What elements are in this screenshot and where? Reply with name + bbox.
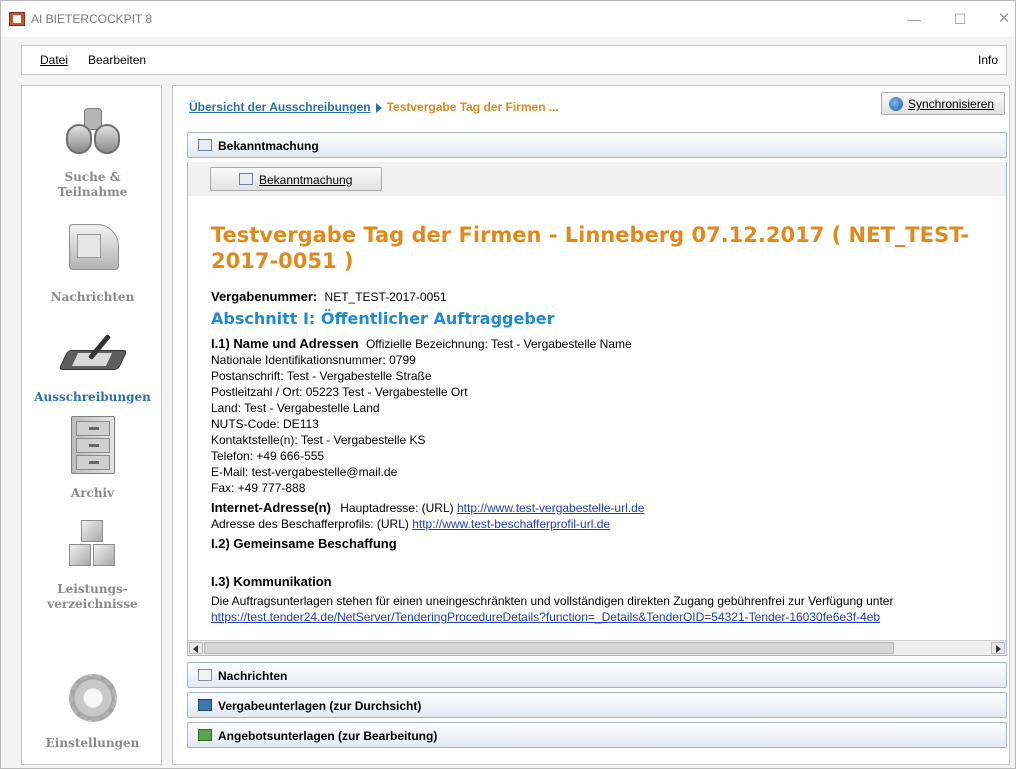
file-cabinet-icon xyxy=(70,416,115,474)
section-label: Nachrichten xyxy=(218,669,288,683)
section-label: Bekanntmachung xyxy=(218,139,319,153)
breadcrumb-arrow-icon xyxy=(375,102,382,113)
nav-einstellungen[interactable]: Einstellungen xyxy=(22,670,163,751)
info-line: E-Mail: test-vergabestelle@mail.de xyxy=(211,465,398,479)
vergabenummer-value: NET_TEST-2017-0051 xyxy=(324,290,447,304)
nav-label: Archiv xyxy=(70,486,115,500)
i1-heading: I.1) Name und Adressen xyxy=(211,336,359,351)
section-nachrichten[interactable]: Nachrichten xyxy=(187,662,1007,688)
document-icon xyxy=(239,173,253,185)
bekanntmachung-button[interactable]: Bekanntmachung xyxy=(210,167,382,191)
book-icon xyxy=(198,729,212,741)
gear-icon xyxy=(65,670,121,726)
minimize-button[interactable]: — xyxy=(899,7,929,31)
horizontal-scrollbar[interactable] xyxy=(187,640,1007,656)
abschnitt-heading: Abschnitt I: Öffentlicher Auftraggeber xyxy=(211,309,555,328)
section-label: Angebotsunterlagen (zur Bearbeitung) xyxy=(218,729,438,743)
app-window: AI BIETERCOCKPIT 8 — ☐ ✕ Datei Bearbeite… xyxy=(0,0,1016,769)
auftragsunterlagen-link[interactable]: https://test.tender24.de/NetServer/Tende… xyxy=(211,610,880,624)
window-title: AI BIETERCOCKPIT 8 xyxy=(31,12,153,26)
i3-text: Die Auftragsunterlagen stehen für einen … xyxy=(211,594,894,608)
nav-label: Leistungs- xyxy=(57,582,128,596)
synchronize-button[interactable]: Synchronisieren xyxy=(881,92,1005,115)
nav-label: Nachrichten xyxy=(50,290,135,304)
internet-heading: Internet-Adresse(n) xyxy=(211,500,331,515)
i3-heading: I.3) Kommunikation xyxy=(211,574,332,589)
nav-leistungsverzeichnisse[interactable]: Leistungs- verzeichnisse xyxy=(22,518,163,612)
scroll-right-icon[interactable] xyxy=(991,642,1005,654)
scrollbar-thumb[interactable] xyxy=(204,642,894,654)
synchronize-label: Synchronisieren xyxy=(908,97,995,111)
nav-suche-teilnahme[interactable]: Suche & Teilnahme xyxy=(22,104,163,200)
i3-link-line: https://test.tender24.de/NetServer/Tende… xyxy=(211,610,880,624)
inner-toolbar: Bekanntmachung xyxy=(187,162,1007,196)
info-line: NUTS-Code: DE113 xyxy=(211,417,319,431)
info-line: Postleitzahl / Ort: 05223 Test - Vergabe… xyxy=(211,385,468,399)
info-line: Nationale Identifikationsnummer: 0799 xyxy=(211,353,416,367)
hauptadresse-label: Hauptadresse: (URL) xyxy=(340,501,454,515)
nav-label: Einstellungen xyxy=(45,736,140,750)
i1-bezeichnung: Offizielle Bezeichnung: Test - Vergabest… xyxy=(365,337,632,351)
profil-line: Adresse des Beschafferprofils: (URL) htt… xyxy=(211,517,610,531)
nav-label: Teilnahme xyxy=(57,185,128,199)
scroll-left-icon[interactable] xyxy=(189,642,203,654)
breadcrumb-current: Testvergabe Tag der Firmen ... xyxy=(386,100,559,114)
menu-info[interactable]: Info xyxy=(978,53,998,67)
breadcrumb: Übersicht der Ausschreibungen Testvergabe… xyxy=(189,100,559,114)
document-viewer[interactable]: Testvergabe Tag der Firmen - Linneberg 0… xyxy=(187,196,1007,644)
left-navigation: Suche & Teilnahme Nachrichten Ausschreib… xyxy=(21,85,162,765)
nav-ausschreibungen[interactable]: Ausschreibungen xyxy=(22,330,163,405)
nav-nachrichten[interactable]: Nachrichten xyxy=(22,218,163,305)
nav-label: Suche & xyxy=(64,170,121,184)
section-bekanntmachung[interactable]: Bekanntmachung xyxy=(187,132,1007,158)
book-icon xyxy=(198,699,212,711)
nav-label: Ausschreibungen xyxy=(34,390,151,404)
info-line: Fax: +49 777-888 xyxy=(211,481,306,495)
nav-archiv[interactable]: Archiv xyxy=(22,416,163,501)
internet-line: Internet-Adresse(n) Hauptadresse: (URL) … xyxy=(211,500,644,516)
info-line: Telefon: +49 666-555 xyxy=(211,449,325,463)
sync-globe-icon xyxy=(889,97,903,111)
app-logo-icon xyxy=(9,12,25,26)
info-line: Land: Test - Vergabestelle Land xyxy=(211,401,380,415)
hauptadresse-link[interactable]: http://www.test-vergabestelle-url.de xyxy=(457,501,644,515)
section-vergabeunterlagen[interactable]: Vergabeunterlagen (zur Durchsicht) xyxy=(187,692,1007,718)
tablet-pen-icon xyxy=(57,330,128,378)
document-icon xyxy=(198,139,212,151)
binoculars-icon xyxy=(64,104,122,156)
profil-label: Adresse des Beschafferprofils: (URL) xyxy=(211,517,409,531)
cubes-icon xyxy=(67,518,119,570)
menu-bar: Datei Bearbeiten Info xyxy=(21,45,1007,75)
title-bar: AI BIETERCOCKPIT 8 — ☐ ✕ xyxy=(1,1,1015,37)
vergabenummer-label: Vergabenummer: xyxy=(211,289,318,304)
mailbox-icon xyxy=(63,218,123,276)
bekanntmachung-button-label: Bekanntmachung xyxy=(259,173,353,187)
section-label: Vergabeunterlagen (zur Durchsicht) xyxy=(218,699,422,713)
main-panel: Übersicht der Ausschreibungen Testvergabe… xyxy=(172,85,1010,765)
i2-heading: I.2) Gemeinsame Beschaffung xyxy=(211,536,397,551)
breadcrumb-link[interactable]: Übersicht der Ausschreibungen xyxy=(189,100,371,114)
info-line: Kontaktstelle(n): Test - Vergabestelle K… xyxy=(211,433,426,447)
nav-label: verzeichnisse xyxy=(47,597,138,611)
maximize-button[interactable]: ☐ xyxy=(945,7,975,31)
vergabenummer-line: Vergabenummer: NET_TEST-2017-0051 xyxy=(211,289,447,305)
close-button[interactable]: ✕ xyxy=(989,7,1016,31)
menu-bearbeiten[interactable]: Bearbeiten xyxy=(88,53,146,67)
menu-datei[interactable]: Datei xyxy=(40,53,68,67)
section-angebotsunterlagen[interactable]: Angebotsunterlagen (zur Bearbeitung) xyxy=(187,722,1007,748)
document-title: Testvergabe Tag der Firmen - Linneberg 0… xyxy=(211,223,970,273)
info-line: Postanschrift: Test - Vergabestelle Stra… xyxy=(211,369,432,383)
envelope-icon xyxy=(198,669,212,681)
i1-line: I.1) Name und Adressen Offizielle Bezeic… xyxy=(211,336,632,352)
beschafferprofil-link[interactable]: http://www.test-beschafferprofil-url.de xyxy=(412,517,610,531)
